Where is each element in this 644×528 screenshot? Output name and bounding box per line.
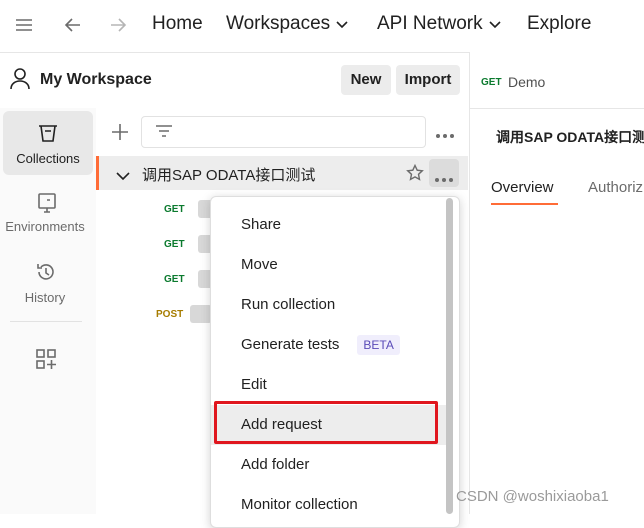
nav-api-network[interactable]: API Network bbox=[377, 13, 501, 35]
menu-item-run-collection[interactable]: Run collection bbox=[211, 285, 449, 325]
rail-item-environments[interactable]: Environments bbox=[0, 186, 96, 246]
collection-name: 调用SAP ODATA接口测试 bbox=[142, 167, 316, 184]
chevron-down-icon bbox=[336, 13, 348, 35]
list-item[interactable]: GET bbox=[96, 196, 214, 222]
configure-sidebar-icon[interactable] bbox=[35, 348, 57, 375]
rail-item-label: Environments bbox=[5, 219, 85, 234]
user-icon bbox=[10, 68, 30, 95]
tab-active-indicator bbox=[491, 203, 558, 205]
collection-more-button[interactable] bbox=[429, 159, 459, 187]
tab-title: Demo bbox=[508, 74, 546, 90]
forward-arrow-icon[interactable] bbox=[108, 15, 128, 40]
star-icon[interactable] bbox=[406, 163, 424, 187]
method-badge: GET bbox=[164, 274, 185, 285]
tab-overview[interactable]: Overview bbox=[491, 179, 554, 196]
add-icon[interactable] bbox=[110, 122, 130, 147]
beta-badge: BETA bbox=[357, 335, 400, 356]
menu-item-share[interactable]: Share bbox=[211, 205, 449, 245]
new-button[interactable]: New bbox=[341, 65, 391, 95]
left-rail: Collections Environments History bbox=[0, 108, 97, 514]
highlight-annotation-box bbox=[214, 401, 438, 444]
top-nav: Home Workspaces API Network Explore bbox=[0, 0, 644, 53]
list-item[interactable]: POST bbox=[96, 301, 212, 327]
menu-item-generate-tests[interactable]: Generate tests BETA bbox=[211, 325, 449, 365]
method-badge: GET bbox=[164, 204, 185, 215]
tab-demo[interactable]: GET Demo bbox=[470, 52, 644, 109]
chevron-down-icon bbox=[489, 13, 501, 35]
request-name-blurred bbox=[190, 305, 212, 323]
menu-scrollbar[interactable] bbox=[446, 198, 453, 514]
workspace-title: My Workspace bbox=[40, 71, 152, 88]
page-title: 调用SAP ODATA接口测 bbox=[496, 129, 644, 145]
rail-item-collections[interactable]: Collections bbox=[3, 111, 93, 175]
rail-item-history[interactable]: History bbox=[0, 256, 96, 316]
menu-item-monitor-collection[interactable]: Monitor collection bbox=[211, 485, 449, 525]
list-item[interactable]: GET bbox=[96, 266, 214, 292]
menu-item-add-folder[interactable]: Add folder bbox=[211, 445, 449, 485]
collection-row[interactable]: 调用SAP ODATA接口测试 bbox=[96, 156, 468, 190]
filter-icon[interactable] bbox=[154, 123, 174, 144]
menu-icon[interactable] bbox=[14, 17, 34, 38]
back-arrow-icon[interactable] bbox=[63, 15, 83, 40]
nav-home[interactable]: Home bbox=[152, 13, 203, 35]
watermark: CSDN @woshixiaoba1 bbox=[456, 488, 609, 505]
import-button[interactable]: Import bbox=[396, 65, 460, 95]
method-badge: GET bbox=[481, 77, 502, 88]
method-badge: GET bbox=[164, 239, 185, 250]
rail-item-label: Collections bbox=[16, 151, 80, 166]
nav-workspaces[interactable]: Workspaces bbox=[226, 13, 348, 35]
list-item[interactable]: GET bbox=[96, 231, 214, 257]
collections-icon bbox=[37, 123, 59, 146]
more-options-icon[interactable] bbox=[435, 126, 455, 144]
more-options-icon bbox=[434, 170, 454, 188]
rail-item-label: History bbox=[24, 290, 66, 305]
request-panel: GET Demo 调用SAP ODATA接口测 Overview Authori… bbox=[469, 52, 644, 514]
nav-explore[interactable]: Explore bbox=[527, 13, 591, 35]
nav-api-network-label: API Network bbox=[377, 13, 483, 35]
menu-item-move[interactable]: Move bbox=[211, 245, 449, 285]
nav-workspaces-label: Workspaces bbox=[226, 13, 331, 35]
history-icon bbox=[35, 261, 57, 286]
context-menu: Share Move Run collection Generate tests… bbox=[210, 196, 460, 528]
menu-item-edit[interactable]: Edit bbox=[211, 365, 449, 405]
environments-icon bbox=[36, 192, 58, 217]
menu-item-label: Generate tests bbox=[241, 336, 340, 353]
tab-authorization[interactable]: Authoriz bbox=[588, 179, 643, 196]
rail-divider bbox=[10, 321, 82, 322]
method-badge: POST bbox=[156, 309, 184, 320]
search-input[interactable] bbox=[141, 116, 426, 148]
workspace-header: My Workspace New Import bbox=[0, 52, 468, 109]
chevron-down-icon[interactable] bbox=[116, 168, 130, 186]
